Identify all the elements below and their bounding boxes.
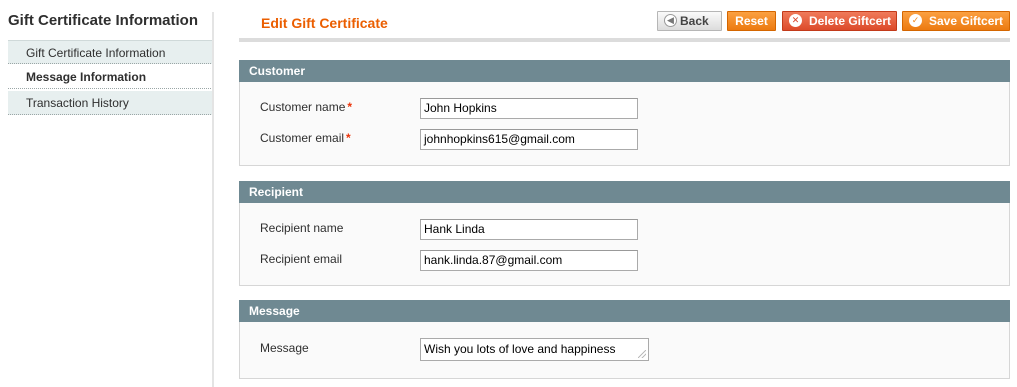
header-divider: [239, 38, 1010, 42]
check-circle-icon: ✓: [909, 14, 922, 27]
resize-grip-icon[interactable]: [638, 350, 646, 358]
required-mark: *: [347, 100, 353, 114]
tab-transaction-history[interactable]: Transaction History: [8, 91, 213, 115]
sidebar-title: Gift Certificate Information: [8, 12, 199, 29]
delete-giftcert-button[interactable]: ✕ Delete Giftcert: [782, 11, 897, 31]
customer-section-header: Customer: [239, 60, 1010, 82]
reset-button[interactable]: Reset: [727, 11, 776, 31]
recipient-section-header: Recipient: [239, 181, 1010, 203]
delete-circle-icon: ✕: [789, 14, 802, 27]
customer-email-input[interactable]: johnhopkins615@gmail.com: [420, 129, 638, 150]
message-label: Message: [260, 341, 309, 355]
recipient-name-label: Recipient name: [260, 221, 344, 235]
tab-gift-certificate-information[interactable]: Gift Certificate Information: [8, 40, 213, 64]
page-title: Edit Gift Certificate: [261, 15, 388, 31]
sidebar-divider: [212, 12, 214, 387]
customer-name-input[interactable]: John Hopkins: [420, 98, 638, 119]
save-giftcert-label: Save Giftcert: [929, 14, 1004, 28]
tab-message-information[interactable]: Message Information: [8, 65, 213, 89]
customer-email-label-text: Customer email: [260, 131, 345, 145]
save-giftcert-button[interactable]: ✓ Save Giftcert: [902, 11, 1010, 31]
message-text: Wish you lots of love and happiness: [424, 342, 616, 356]
recipient-name-input[interactable]: Hank Linda: [420, 219, 638, 240]
message-section-header: Message: [239, 300, 1010, 322]
back-button-label: Back: [680, 14, 709, 28]
customer-email-label: Customer email *: [260, 131, 351, 145]
customer-section-body: [239, 82, 1010, 166]
arrow-left-icon: ◀: [664, 14, 677, 27]
required-mark: *: [346, 131, 351, 145]
sidebar: Gift Certificate Information Gift Certif…: [0, 0, 214, 387]
recipient-section-body: [239, 203, 1010, 286]
message-textarea[interactable]: Wish you lots of love and happiness: [420, 338, 649, 361]
reset-button-label: Reset: [735, 14, 768, 28]
recipient-email-label: Recipient email: [260, 252, 343, 266]
back-button[interactable]: ◀ Back: [657, 11, 722, 31]
customer-name-label-text: Customer name: [260, 100, 346, 114]
delete-giftcert-label: Delete Giftcert: [809, 14, 892, 28]
customer-name-label: Customer name *: [260, 100, 352, 114]
recipient-email-input[interactable]: hank.linda.87@gmail.com: [420, 250, 638, 271]
